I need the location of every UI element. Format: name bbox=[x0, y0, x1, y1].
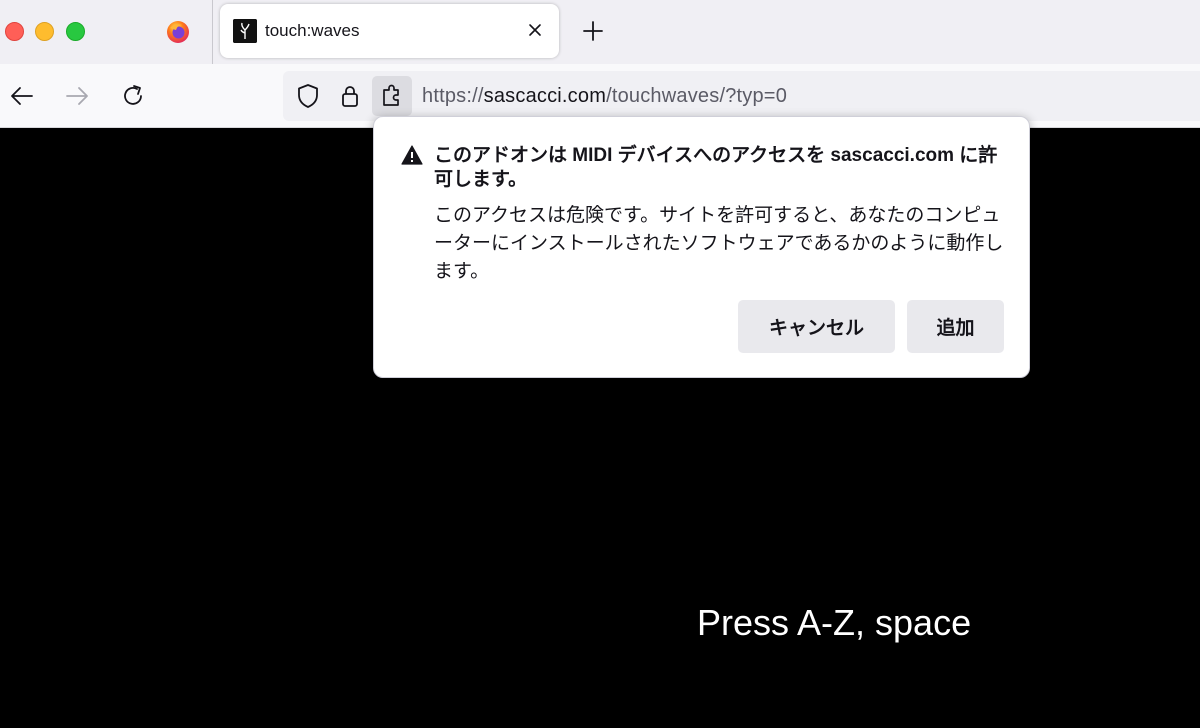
plus-icon[interactable] bbox=[578, 16, 608, 46]
cancel-button[interactable]: キャンセル bbox=[738, 300, 895, 353]
url-path: /touchwaves/?typ=0 bbox=[606, 85, 788, 107]
extension-button[interactable] bbox=[372, 76, 412, 116]
forward-icon[interactable] bbox=[61, 80, 93, 112]
close-icon[interactable] bbox=[520, 15, 550, 45]
tab-touch-waves[interactable]: touch:waves bbox=[220, 4, 559, 58]
panel-description: このアクセスは危険です。サイトを許可すると、あなたのコンピューターにインストール… bbox=[434, 205, 1004, 282]
extension-icon bbox=[383, 84, 399, 106]
add-button[interactable]: 追加 bbox=[907, 300, 1004, 353]
tab-strip: touch:waves bbox=[0, 0, 1200, 64]
window-close-button[interactable] bbox=[5, 22, 24, 41]
reload-icon[interactable] bbox=[117, 80, 149, 112]
url-bar[interactable]: https://sascacci.com/touchwaves/?typ=0 bbox=[283, 71, 1200, 121]
tab-separator bbox=[212, 0, 213, 64]
url-domain: sascacci.com bbox=[483, 85, 607, 107]
shield-icon[interactable] bbox=[293, 81, 323, 111]
firefox-icon[interactable] bbox=[166, 20, 190, 44]
window-maximize-button[interactable] bbox=[66, 22, 85, 41]
lock-icon[interactable] bbox=[335, 81, 365, 111]
url-text[interactable]: https://sascacci.com/touchwaves/?typ=0 bbox=[422, 85, 787, 108]
tab-title: touch:waves bbox=[265, 21, 360, 40]
prompt-text: Press A-Z, space bbox=[697, 602, 972, 643]
favicon-icon bbox=[233, 19, 257, 43]
midi-permission-panel: このアドオンは MIDI デバイスへのアクセスを sascacci.com に許… bbox=[373, 116, 1030, 378]
window-minimize-button[interactable] bbox=[35, 22, 54, 41]
url-scheme: https:// bbox=[422, 85, 484, 107]
panel-title: このアドオンは MIDI デバイスへのアクセスを sascacci.com に許… bbox=[434, 145, 998, 190]
warning-icon bbox=[401, 145, 423, 165]
back-icon[interactable] bbox=[6, 80, 38, 112]
